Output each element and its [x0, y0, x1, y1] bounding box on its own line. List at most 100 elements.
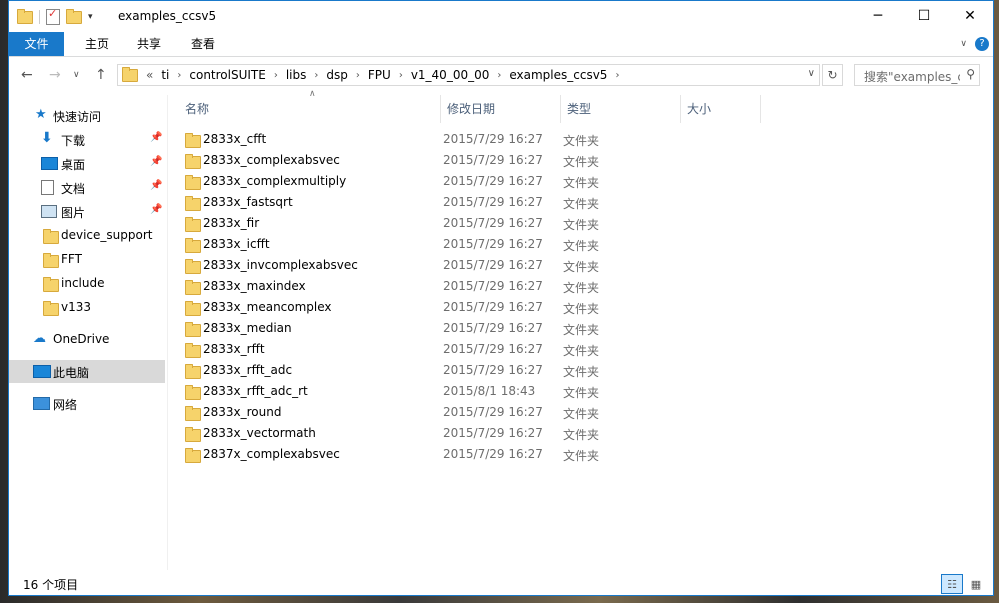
chevron-right-icon[interactable]: › [274, 70, 278, 81]
file-type: 文件夹 [563, 281, 600, 295]
table-row[interactable]: 2833x_invcomplexabsvec 2015/7/29 16:27 文件夹 [175, 255, 775, 276]
forward-arrow-icon[interactable]: → [49, 67, 61, 83]
table-row[interactable]: 2833x_complexabsvec 2015/7/29 16:27 文件夹 [175, 150, 775, 171]
column-header-size[interactable]: 大小 [687, 95, 757, 123]
expand-ribbon-chevron-icon[interactable]: ∨ [960, 39, 967, 49]
chevron-right-icon[interactable]: › [615, 70, 619, 81]
recent-locations-chevron-icon[interactable]: ∨ [73, 70, 80, 80]
customize-toolbar-chevron-icon[interactable]: ▾ [88, 12, 93, 22]
column-header-name[interactable]: 名称 [185, 95, 440, 123]
table-row[interactable]: 2833x_cfft 2015/7/29 16:27 文件夹 [175, 129, 775, 150]
chevron-right-icon[interactable]: › [399, 70, 403, 81]
up-arrow-icon[interactable]: ↑ [95, 67, 107, 83]
sidebar-item-device-support[interactable]: device_support [9, 224, 165, 247]
column-header-modified[interactable]: 修改日期 [447, 95, 557, 123]
file-type: 文件夹 [563, 218, 600, 232]
column-divider[interactable] [760, 95, 761, 123]
table-row[interactable]: 2833x_complexmultiply 2015/7/29 16:27 文件夹 [175, 171, 775, 192]
file-type: 文件夹 [563, 344, 600, 358]
sidebar-item-label: 图片 [61, 206, 86, 220]
search-input[interactable]: 搜索"examples_ccsv5" ⚲ [854, 64, 980, 86]
network-icon [33, 397, 50, 410]
pin-icon[interactable]: 📌 [150, 132, 162, 143]
minimize-button[interactable]: ─ [855, 1, 901, 31]
table-row[interactable]: 2833x_round 2015/7/29 16:27 文件夹 [175, 402, 775, 423]
file-type: 文件夹 [563, 134, 600, 148]
sidebar-item-v133[interactable]: v133 [9, 296, 165, 319]
column-divider[interactable] [440, 95, 441, 123]
tab-share[interactable]: 共享 [129, 32, 169, 56]
breadcrumb-libs[interactable]: libs [286, 68, 307, 82]
folder-icon [43, 277, 59, 292]
file-type: 文件夹 [563, 365, 600, 379]
breadcrumb-overflow[interactable]: « [146, 68, 153, 82]
file-name: 2833x_icfft [203, 237, 270, 251]
breadcrumb-controlsuite[interactable]: controlSUITE [189, 68, 265, 82]
navigation-pane: ★ 快速访问 ⬇ 下载 📌 桌面 📌 文档 📌 图片 📌 device_supp… [9, 95, 168, 570]
pin-icon[interactable]: 📌 [150, 180, 162, 191]
file-name: 2833x_complexabsvec [203, 153, 340, 167]
sidebar-item-network[interactable]: 网络 [9, 392, 165, 415]
large-icons-view-icon[interactable]: ▦ [965, 574, 987, 594]
table-row[interactable]: 2833x_fir 2015/7/29 16:27 文件夹 [175, 213, 775, 234]
table-row[interactable]: 2833x_rfft_adc 2015/7/29 16:27 文件夹 [175, 360, 775, 381]
sidebar-item-include[interactable]: include [9, 272, 165, 295]
column-header-type[interactable]: 类型 [567, 95, 677, 123]
table-row[interactable]: 2833x_rfft_adc_rt 2015/8/1 18:43 文件夹 [175, 381, 775, 402]
column-divider[interactable] [680, 95, 681, 123]
sidebar-item-downloads[interactable]: ⬇ 下载 📌 [9, 128, 165, 151]
tab-file[interactable]: 文件 [9, 32, 64, 56]
maximize-button[interactable]: ☐ [901, 1, 947, 31]
details-view-icon[interactable]: ☷ [941, 574, 963, 594]
chevron-right-icon[interactable]: › [356, 70, 360, 81]
breadcrumb-version[interactable]: v1_40_00_00 [411, 68, 490, 82]
file-type: 文件夹 [563, 386, 600, 400]
table-row[interactable]: 2833x_median 2015/7/29 16:27 文件夹 [175, 318, 775, 339]
file-modified-date: 2015/7/29 16:27 [443, 216, 543, 230]
properties-icon[interactable] [46, 7, 60, 25]
address-history-chevron-icon[interactable]: ∨ [808, 68, 815, 79]
table-row[interactable]: 2833x_meancomplex 2015/7/29 16:27 文件夹 [175, 297, 775, 318]
file-modified-date: 2015/7/29 16:27 [443, 195, 543, 209]
close-button[interactable]: ✕ [947, 1, 993, 31]
address-bar[interactable]: « ti › controlSUITE › libs › dsp › FPU ›… [117, 64, 820, 86]
table-row[interactable]: 2833x_vectormath 2015/7/29 16:27 文件夹 [175, 423, 775, 444]
breadcrumb-current[interactable]: examples_ccsv5 [509, 68, 607, 82]
breadcrumb-dsp[interactable]: dsp [326, 68, 348, 82]
help-icon[interactable]: ? [975, 37, 989, 51]
chevron-right-icon[interactable]: › [497, 70, 501, 81]
column-divider[interactable] [560, 95, 561, 123]
sidebar-item-quick-access[interactable]: ★ 快速访问 [9, 104, 165, 127]
table-row[interactable]: 2833x_maxindex 2015/7/29 16:27 文件夹 [175, 276, 775, 297]
sidebar-item-desktop[interactable]: 桌面 📌 [9, 152, 165, 175]
table-row[interactable]: 2833x_icfft 2015/7/29 16:27 文件夹 [175, 234, 775, 255]
file-name: 2833x_median [203, 321, 292, 335]
sidebar-item-documents[interactable]: 文档 📌 [9, 176, 165, 199]
chevron-right-icon[interactable]: › [177, 70, 181, 81]
tab-view[interactable]: 查看 [183, 32, 223, 56]
folder-icon [185, 196, 201, 211]
tab-home[interactable]: 主页 [77, 32, 117, 56]
file-list: ∧ 名称 修改日期 类型 大小 2833x_cfft 2015/7/29 16:2… [175, 89, 983, 570]
back-arrow-icon[interactable]: ← [21, 67, 33, 83]
chevron-right-icon[interactable]: › [314, 70, 318, 81]
table-row[interactable]: 2833x_fastsqrt 2015/7/29 16:27 文件夹 [175, 192, 775, 213]
sidebar-item-label: 桌面 [61, 158, 86, 172]
pin-icon[interactable]: 📌 [150, 204, 162, 215]
breadcrumb-fpu[interactable]: FPU [368, 68, 391, 82]
file-modified-date: 2015/7/29 16:27 [443, 174, 543, 188]
refresh-button[interactable]: ↻ [822, 64, 843, 86]
pin-icon[interactable]: 📌 [150, 156, 162, 167]
table-row[interactable]: 2837x_complexabsvec 2015/7/29 16:27 文件夹 [175, 444, 775, 465]
breadcrumb-ti[interactable]: ti [161, 68, 169, 82]
sidebar-item-pictures[interactable]: 图片 📌 [9, 200, 165, 223]
new-folder-icon[interactable] [66, 8, 82, 24]
sidebar-item-this-pc[interactable]: 此电脑 [9, 360, 165, 383]
sidebar-item-onedrive[interactable]: ☁ OneDrive [9, 328, 165, 351]
folder-icon [185, 364, 201, 379]
sidebar-item-fft[interactable]: FFT [9, 248, 165, 271]
file-type: 文件夹 [563, 449, 600, 463]
search-icon[interactable]: ⚲ [966, 67, 975, 81]
table-row[interactable]: 2833x_rfft 2015/7/29 16:27 文件夹 [175, 339, 775, 360]
folder-icon [185, 385, 201, 400]
